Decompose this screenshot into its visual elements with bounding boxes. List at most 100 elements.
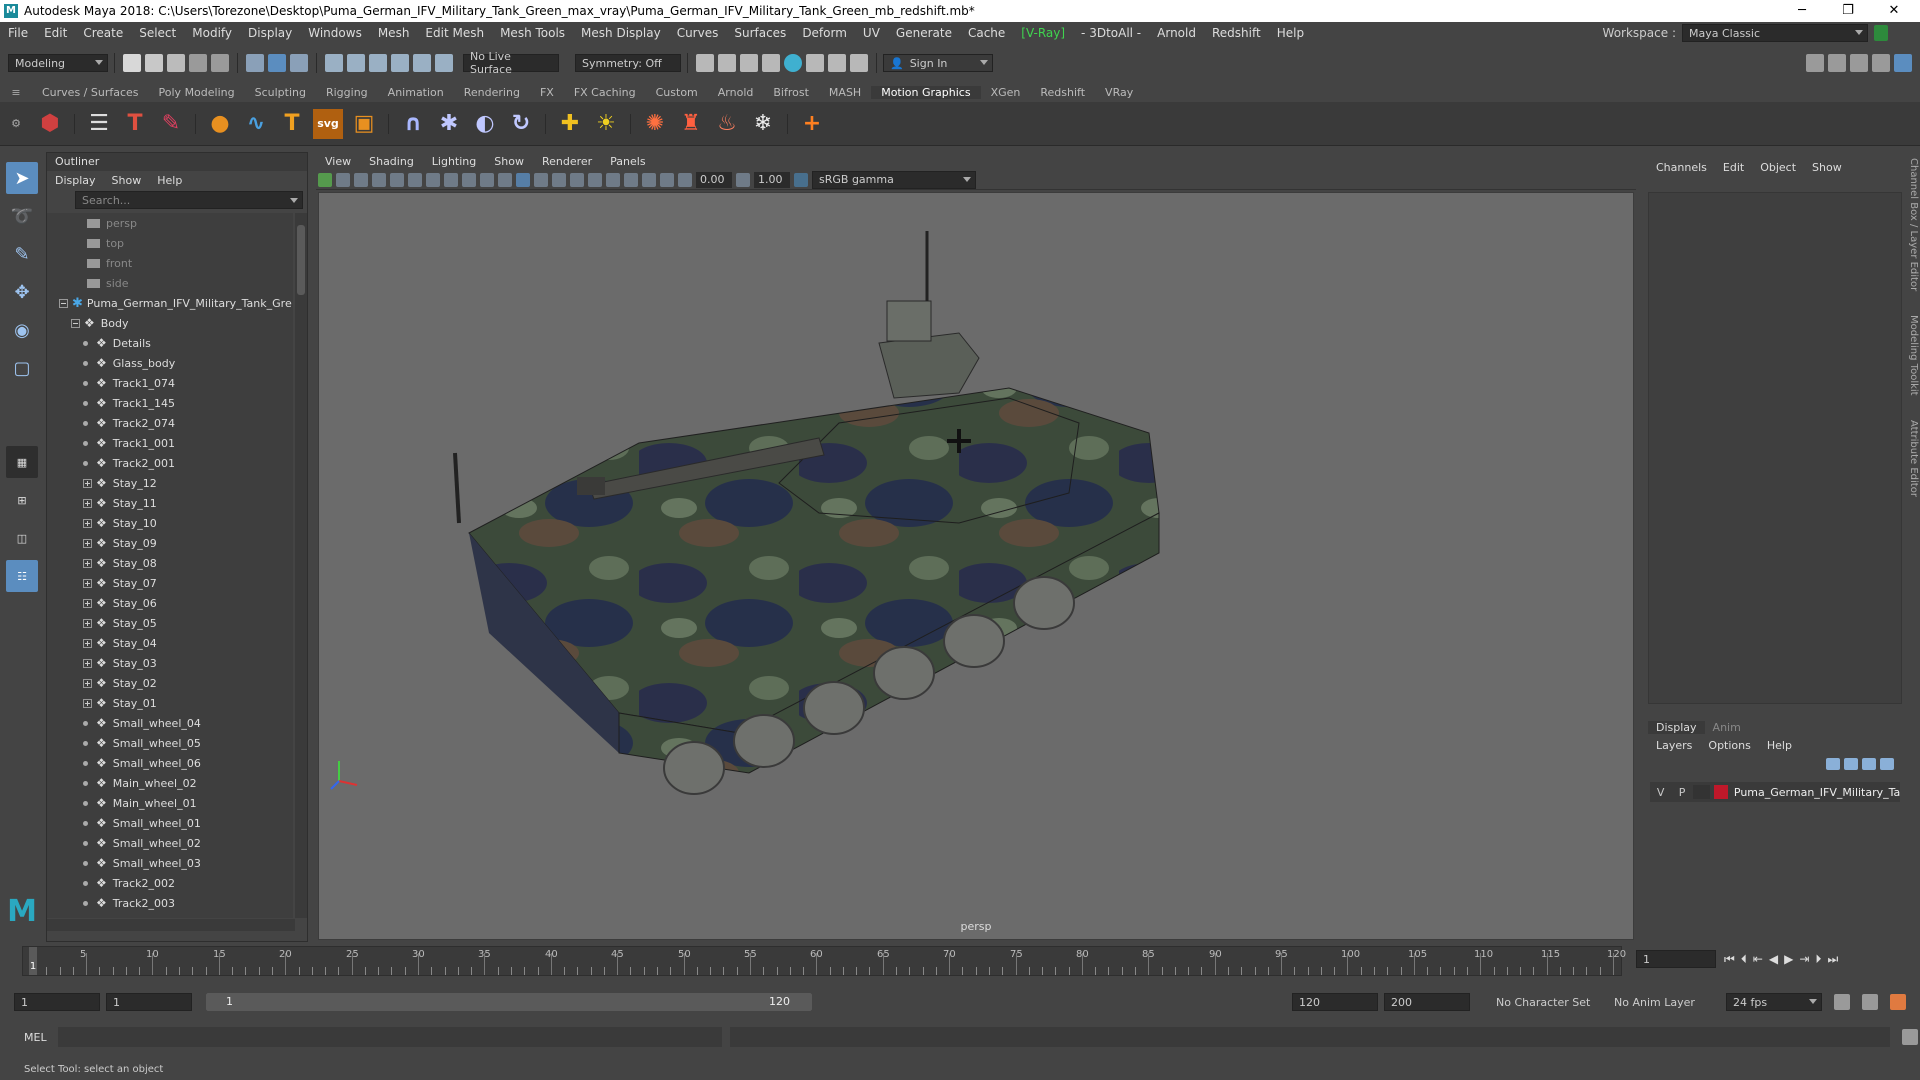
tree-row-item[interactable]: ❖ Track2_004 [47, 913, 293, 918]
smooth-shade-icon[interactable] [516, 172, 530, 187]
hypershade-icon[interactable] [784, 54, 802, 72]
shelf-tab[interactable]: Rigging [316, 86, 378, 99]
channel-menu-show[interactable]: Show [1804, 161, 1850, 174]
shelf-tab[interactable]: MASH [819, 86, 871, 99]
xray-icon[interactable] [588, 172, 602, 187]
step-forward-key-icon[interactable]: ⇥ [1799, 952, 1815, 966]
anim-start-field[interactable]: 1 [14, 993, 100, 1011]
lights-icon[interactable] [552, 172, 566, 187]
viewport-scene[interactable]: persp [318, 192, 1634, 940]
menu-mesh-display[interactable]: Mesh Display [573, 26, 669, 40]
four-pane-icon[interactable]: ⊞ [6, 484, 38, 516]
menu-cache[interactable]: Cache [960, 26, 1013, 40]
tree-row-camera[interactable]: persp [47, 213, 293, 233]
new-layer-selected-icon[interactable] [1880, 758, 1894, 770]
loop-icon[interactable] [1834, 994, 1850, 1010]
gamma-field[interactable]: 1.00 [754, 171, 790, 188]
camera-attr-icon[interactable] [336, 172, 350, 187]
expand-icon[interactable] [83, 478, 92, 488]
box-icon[interactable]: ▣ [349, 109, 379, 139]
antialias-icon[interactable] [624, 172, 638, 187]
select-tool-icon[interactable]: ➤ [6, 162, 38, 194]
current-time-marker[interactable]: 1 [29, 947, 37, 975]
tree-row-item[interactable]: ❖ Stay_05 [47, 613, 293, 633]
side-tab-channel-box[interactable]: Channel Box / Layer Editor [1908, 158, 1919, 291]
expand-icon[interactable] [83, 598, 92, 608]
burst-icon[interactable]: ✺ [640, 109, 670, 139]
expand-icon[interactable] [83, 558, 92, 568]
auto-key-icon[interactable] [1862, 994, 1878, 1010]
shelf-tab[interactable]: XGen [981, 86, 1031, 99]
layer-color-swatch[interactable] [1714, 785, 1728, 799]
channel-menu-object[interactable]: Object [1752, 161, 1804, 174]
open-scene-icon[interactable] [145, 54, 163, 72]
type-icon[interactable]: T [277, 109, 307, 139]
menu-modify[interactable]: Modify [184, 26, 240, 40]
character-set-dropdown[interactable]: No Character Set [1490, 993, 1600, 1011]
range-bar[interactable]: 1 120 [206, 993, 812, 1011]
tree-row-item[interactable]: ❖ Stay_03 [47, 653, 293, 673]
lasso-tool-icon[interactable]: ➰ [6, 200, 38, 232]
tree-row-item[interactable]: ❖ Small_wheel_06 [47, 753, 293, 773]
menu-windows[interactable]: Windows [300, 26, 370, 40]
select-hierarchy-icon[interactable] [246, 54, 264, 72]
magnet-icon[interactable]: ∩ [398, 109, 428, 139]
tree-row-item[interactable]: ❖ Stay_07 [47, 573, 293, 593]
menu-3dtoall[interactable]: - 3DtoAll - [1073, 26, 1149, 40]
shelf-tab[interactable]: Rendering [454, 86, 530, 99]
tree-row-item[interactable]: ❖ Track1_001 [47, 433, 293, 453]
expand-icon[interactable] [83, 698, 92, 708]
preferences-icon[interactable] [1890, 994, 1906, 1010]
resolution-gate-icon[interactable] [426, 172, 440, 187]
ambient-occlusion-icon[interactable] [606, 172, 620, 187]
go-to-end-icon[interactable]: ⏭ [1827, 952, 1844, 966]
render-frame-icon[interactable] [696, 54, 714, 72]
step-back-frame-icon[interactable]: ⏴ [1741, 952, 1753, 966]
menu-set-dropdown[interactable]: Modeling [8, 54, 108, 72]
rotate-tool-icon[interactable]: ◉ [6, 314, 38, 346]
step-forward-frame-icon[interactable]: ⏵ [1815, 952, 1827, 966]
anim-end-field[interactable]: 200 [1384, 993, 1470, 1011]
tree-row-item[interactable]: ❖ Stay_04 [47, 633, 293, 653]
channel-menu-channels[interactable]: Channels [1648, 161, 1715, 174]
tree-row-item[interactable]: ❖ Track2_002 [47, 873, 293, 893]
expand-icon[interactable] [83, 518, 92, 528]
viewport-menu-renderer[interactable]: Renderer [533, 155, 601, 168]
scrollbar-thumb[interactable] [297, 225, 305, 295]
shadows-icon[interactable] [570, 172, 584, 187]
tree-row-item[interactable]: ❖ Stay_10 [47, 513, 293, 533]
shelf-tab[interactable]: Animation [378, 86, 454, 99]
move-tool-icon[interactable]: ✥ [6, 276, 38, 308]
menu-redshift[interactable]: Redshift [1204, 26, 1269, 40]
tree-row-camera[interactable]: side [47, 273, 293, 293]
tool-settings-icon[interactable] [1872, 54, 1890, 72]
viewport-menu-show[interactable]: Show [485, 155, 533, 168]
shelf-tab[interactable]: FX Caching [564, 86, 646, 99]
layer-row[interactable]: V P Puma_German_IFV_Military_Tar [1650, 782, 1900, 802]
expand-icon[interactable] [83, 618, 92, 628]
svg-icon[interactable]: svg [313, 108, 343, 139]
channel-menu-edit[interactable]: Edit [1715, 161, 1752, 174]
sign-in-button[interactable]: 👤 Sign In [883, 54, 993, 72]
snap-curve-icon[interactable] [347, 54, 365, 72]
select-component-icon[interactable] [290, 54, 308, 72]
expand-icon[interactable] [83, 658, 92, 668]
step-back-key-icon[interactable]: ⇤ [1753, 952, 1769, 966]
tree-row-item[interactable]: ❖ Glass_body [47, 353, 293, 373]
command-input[interactable] [58, 1027, 722, 1047]
layer-menu-layers[interactable]: Layers [1648, 739, 1700, 752]
collapse-icon[interactable] [59, 298, 68, 308]
layer-tab-display[interactable]: Display [1648, 720, 1705, 734]
play-forwards-icon[interactable]: ▶ [1784, 952, 1799, 966]
spiral-icon[interactable]: ↻ [506, 109, 536, 139]
menu-edit[interactable]: Edit [36, 26, 75, 40]
menu-mesh[interactable]: Mesh [370, 26, 418, 40]
save-scene-icon[interactable] [167, 54, 185, 72]
side-tab-attribute-editor[interactable]: Attribute Editor [1908, 420, 1919, 497]
time-ruler[interactable]: 5 10 15 20 25 30 35 40 45 50 55 60 65 70 75 80 85 90 95 100… [22, 946, 1626, 976]
outliner-menu-show[interactable]: Show [104, 174, 150, 187]
minimize-icon[interactable]: ─ [1780, 0, 1824, 22]
menu-arnold[interactable]: Arnold [1149, 26, 1204, 40]
bend-icon[interactable]: ◐ [470, 109, 500, 139]
menu-curves[interactable]: Curves [669, 26, 727, 40]
